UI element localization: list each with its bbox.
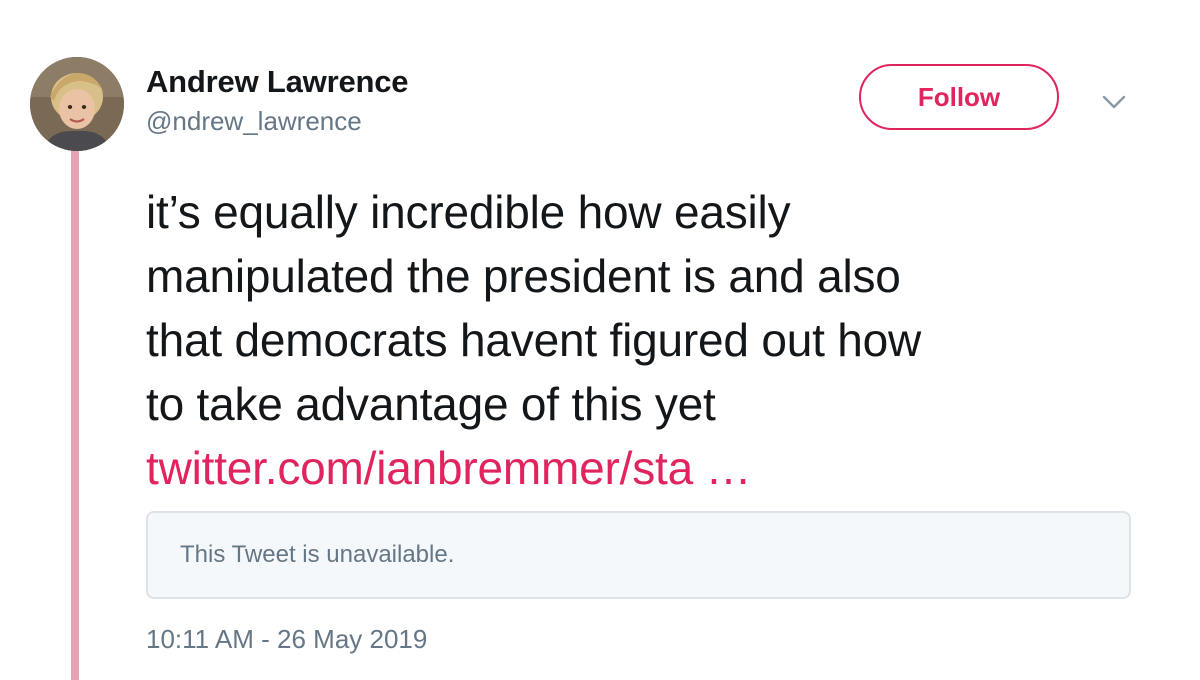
author-info: Andrew Lawrence @ndrew_lawrence xyxy=(146,64,409,138)
quoted-tweet: This Tweet is unavailable. xyxy=(146,511,1131,599)
thread-line xyxy=(71,150,79,680)
tweet-text-line: that democrats havent figured out how xyxy=(146,314,922,366)
author-handle[interactable]: @ndrew_lawrence xyxy=(146,104,408,138)
timestamp[interactable]: 10:11 AM - 26 May 2019 xyxy=(146,624,427,655)
follow-button[interactable]: Follow xyxy=(859,64,1059,130)
chevron-down-icon[interactable] xyxy=(1100,90,1128,114)
tweet-card: Andrew Lawrence @ndrew_lawrence Follow i… xyxy=(0,0,1200,680)
quoted-tweet-text: This Tweet is unavailable. xyxy=(180,541,455,568)
tweet-text-line: to take advantage of this yet xyxy=(146,378,716,430)
tweet-text-line: it’s equally incredible how easily xyxy=(146,186,791,238)
tweet-text-line: manipulated the president is and also xyxy=(146,250,901,302)
author-name[interactable]: Andrew Lawrence xyxy=(146,64,409,100)
avatar[interactable] xyxy=(30,57,124,151)
tweet-text: it’s equally incredible how easily manip… xyxy=(146,180,1166,500)
tweet-link[interactable]: twitter.com/ianbremmer/sta … xyxy=(146,436,1166,500)
avatar-image xyxy=(30,57,124,151)
